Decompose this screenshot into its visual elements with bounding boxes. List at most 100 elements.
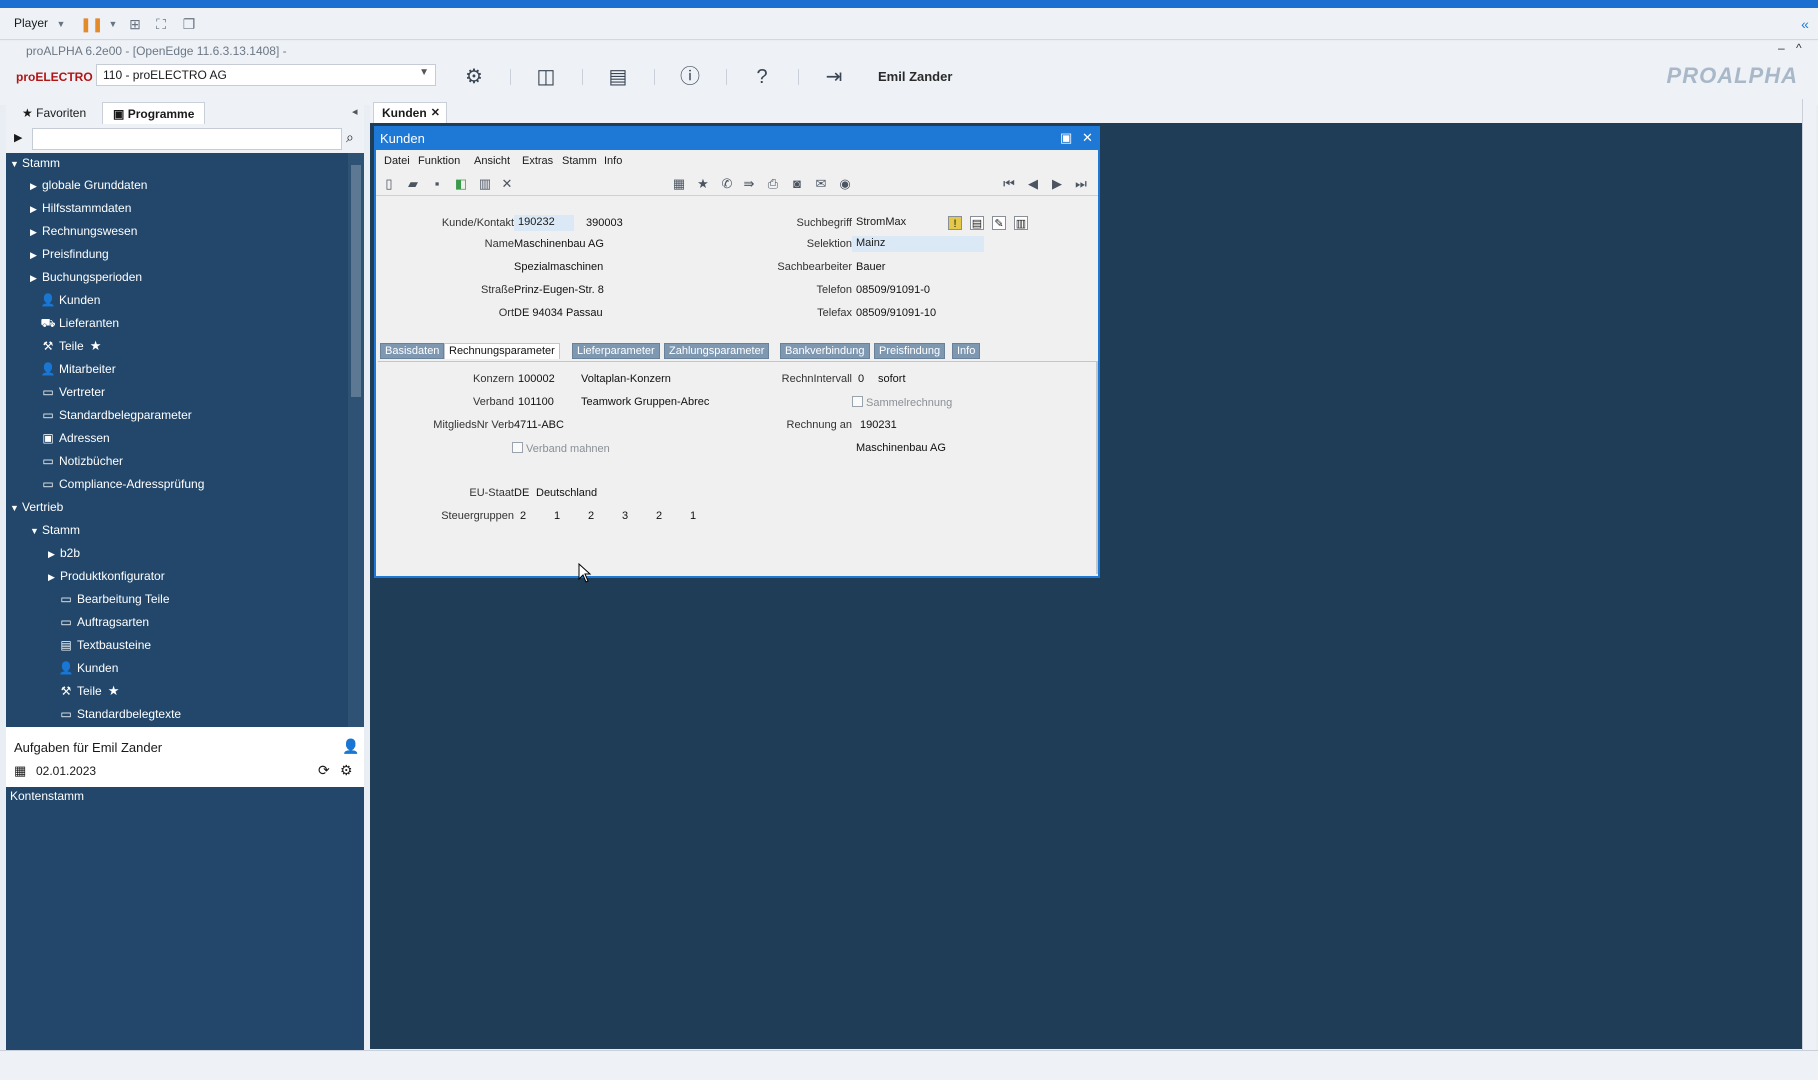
window-icon[interactable]: ⊞ — [126, 15, 144, 33]
search-help-icon[interactable]: ! — [948, 216, 962, 230]
gear-icon[interactable]: ⚙ — [462, 65, 486, 89]
close-icon[interactable]: ✕ — [431, 106, 440, 119]
fax-icon[interactable]: ◙ — [788, 175, 806, 193]
suchbegriff-field[interactable]: StromMax — [852, 215, 942, 231]
tree-node-produkt[interactable]: ▶ Produktkonfigurator — [48, 566, 165, 586]
steuergruppe-field[interactable]: 1 — [554, 510, 560, 522]
phone-icon[interactable]: ✆ — [718, 175, 736, 193]
fit-icon[interactable]: ⛶ — [152, 15, 170, 33]
minimize-icon[interactable]: – — [1778, 41, 1785, 55]
ort-field[interactable]: DE 94034 Passau — [514, 307, 603, 319]
tree-node-compliance[interactable]: ▭ Compliance-Adressprüfung — [40, 474, 204, 494]
tree-node-teile2[interactable]: ⚒ Teile ★ — [58, 681, 120, 701]
person-icon[interactable]: 👤 — [342, 738, 359, 755]
steuergruppe-field[interactable]: 1 — [690, 510, 696, 522]
logout-icon[interactable]: ⇥ — [822, 65, 846, 89]
tree-node-vertrieb[interactable]: ▼ Vertrieb — [10, 497, 63, 517]
tree-node-auftrag[interactable]: ▭ Auftragsarten — [58, 612, 149, 632]
scrollbar-thumb[interactable] — [351, 165, 361, 397]
strasse-field[interactable]: Prinz-Eugen-Str. 8 — [514, 284, 604, 296]
tree-node-vertreter[interactable]: ▭ Vertreter — [40, 382, 105, 402]
selektion-field[interactable]: Mainz — [852, 236, 984, 252]
rechnung-an-field[interactable]: 190231 — [860, 419, 897, 431]
forward-icon[interactable]: ⇛ — [740, 175, 758, 193]
calendar-icon[interactable]: ▦ — [14, 763, 26, 779]
tree-scrollbar[interactable] — [348, 153, 364, 727]
panel-icon[interactable]: ◫ — [534, 65, 558, 89]
next-record-icon[interactable]: ▶ — [1048, 175, 1066, 193]
mail-icon[interactable]: ✉ — [812, 175, 830, 193]
tree-node-adressen[interactable]: ▣ Adressen — [40, 428, 109, 448]
tab-zahlungsparameter[interactable]: Zahlungsparameter — [664, 343, 770, 359]
program-search-input[interactable] — [32, 128, 342, 150]
tree-node-standardbeleg[interactable]: ▭ Standardbelegparameter — [40, 405, 191, 425]
menu-funktion[interactable]: Funktion — [418, 155, 460, 167]
document-icon[interactable]: ▤ — [970, 216, 984, 230]
menu-ansicht[interactable]: Ansicht — [474, 155, 510, 167]
name-field[interactable]: Maschinenbau AG — [514, 238, 604, 250]
tab-preisfindung[interactable]: Preisfindung — [874, 343, 946, 359]
telefax-field[interactable]: 08509/91091-10 — [856, 307, 936, 319]
tree-node-rechnung[interactable]: ▶ Rechnungswesen — [30, 221, 137, 241]
player-menu[interactable]: Player — [14, 16, 48, 30]
bottom-scrollbar[interactable] — [0, 1050, 1818, 1080]
kontakt-field[interactable]: 390003 — [586, 217, 623, 229]
tree-node-kunden[interactable]: 👤 Kunden — [40, 290, 101, 310]
tab-kunden[interactable]: Kunden ✕ — [373, 102, 447, 123]
maximize-icon[interactable]: ▣ — [1060, 130, 1072, 146]
menu-datei[interactable]: Datei — [384, 155, 410, 167]
edit-icon[interactable]: ✎ — [992, 216, 1006, 230]
tab-info[interactable]: Info — [952, 343, 981, 359]
prev-record-icon[interactable]: ◀ — [1024, 175, 1042, 193]
star-icon[interactable]: ★ — [694, 175, 712, 193]
tree-node-buchung[interactable]: ▶ Buchungsperioden — [30, 267, 142, 287]
copy-icon[interactable]: ◧ — [452, 175, 470, 193]
new-icon[interactable]: ▯ — [380, 175, 398, 193]
list-item[interactable]: Kontenstamm — [10, 789, 84, 803]
tree-node-stamm[interactable]: ▼ Stamm — [10, 153, 60, 173]
tree-node-b2b[interactable]: ▶ b2b — [48, 543, 80, 563]
tab-bankverbindung[interactable]: Bankverbindung — [780, 343, 870, 359]
save-icon[interactable]: ▪ — [428, 175, 446, 193]
maximize-icon[interactable]: ^ — [1796, 41, 1802, 55]
tasks-date[interactable]: 02.01.2023 — [36, 764, 96, 778]
close-icon[interactable]: ✕ — [1082, 130, 1093, 146]
tree-node-teile[interactable]: ⚒ Teile ★ — [40, 336, 102, 356]
steuergruppe-field[interactable]: 3 — [622, 510, 628, 522]
kunde-field[interactable]: 190232 — [514, 215, 574, 231]
menu-extras[interactable]: Extras — [522, 155, 553, 167]
print-icon[interactable]: ⎙ — [764, 175, 782, 193]
tab-basisdaten[interactable]: Basisdaten — [380, 343, 445, 359]
telefon-field[interactable]: 08509/91091-0 — [856, 284, 930, 296]
right-scrollbar[interactable] — [1802, 99, 1816, 1059]
chevron-down-icon[interactable]: ▼ — [104, 15, 122, 33]
menu-info[interactable]: Info — [604, 155, 622, 167]
tab-rechnungsparameter[interactable]: Rechnungsparameter — [444, 343, 560, 359]
verband-mahnen-checkbox[interactable]: Verband mahnen — [512, 442, 610, 455]
panel-scrollbar[interactable] — [1096, 361, 1098, 574]
sammelrechnung-checkbox[interactable]: Sammelrechnung — [852, 396, 952, 409]
steuergruppe-field[interactable]: 2 — [520, 510, 526, 522]
info-icon[interactable]: ⓘ — [678, 65, 702, 89]
cancel-icon[interactable]: ✕ — [498, 175, 516, 193]
verband-field[interactable]: 101100 — [518, 396, 554, 408]
notes-icon[interactable]: ▥ — [1014, 216, 1028, 230]
pin-icon[interactable]: ◂ — [352, 105, 358, 118]
name2-field[interactable]: Spezialmaschinen — [514, 261, 603, 273]
mandant-select[interactable]: 110 - proELECTRO AG ▼ — [96, 64, 436, 86]
tree-node-standardtexte[interactable]: ▭ Standardbelegtexte — [58, 704, 181, 724]
layout-icon[interactable]: ▤ — [606, 65, 630, 89]
menu-stamm[interactable]: Stamm — [562, 155, 597, 167]
tree-node-bearbeitung[interactable]: ▭ Bearbeitung Teile — [58, 589, 169, 609]
collapse-icon[interactable]: « — [1796, 15, 1814, 33]
tab-programme[interactable]: ▣ Programme — [102, 102, 206, 124]
tree-node-kunden2[interactable]: 👤 Kunden — [58, 658, 119, 678]
eu-staat-field[interactable]: DE — [514, 487, 529, 499]
tree-node-stamm2[interactable]: ▼ Stamm — [30, 520, 80, 540]
globe-icon[interactable]: ◉ — [836, 175, 854, 193]
tab-lieferparameter[interactable]: Lieferparameter — [572, 343, 660, 359]
sachbearbeiter-field[interactable]: Bauer — [856, 261, 885, 273]
tab-favoriten[interactable]: ★ Favoriten — [12, 102, 96, 124]
tree-node-lieferanten[interactable]: ⛟ Lieferanten — [40, 313, 119, 333]
pause-icon[interactable]: ❚❚ — [80, 15, 103, 33]
